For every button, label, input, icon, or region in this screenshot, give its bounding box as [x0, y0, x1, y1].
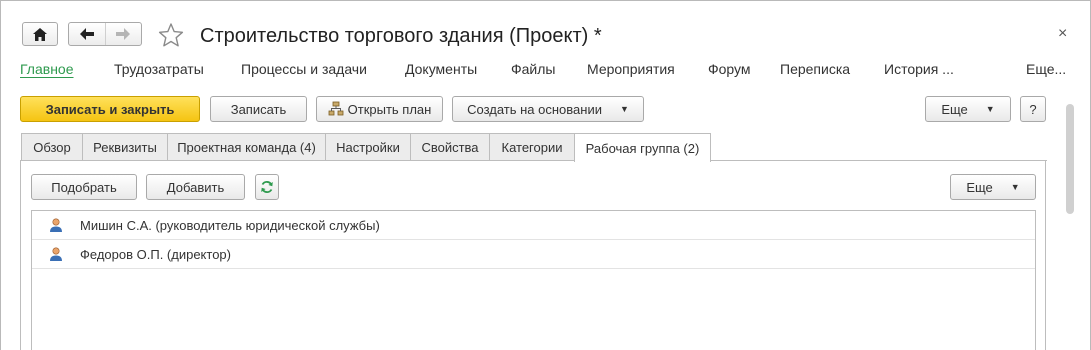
create-based-on-button[interactable]: Создать на основании ▼ [452, 96, 644, 122]
user-icon [50, 247, 62, 261]
section-forum[interactable]: Форум [708, 60, 751, 78]
arrow-right-icon [116, 28, 131, 40]
tab-overview[interactable]: Обзор [21, 133, 83, 161]
member-name: Мишин С.А. (руководитель юридической слу… [80, 217, 380, 233]
add-button[interactable]: Добавить [146, 174, 245, 200]
refresh-icon [261, 181, 273, 193]
refresh-button[interactable] [255, 174, 279, 200]
list-item[interactable]: Мишин С.А. (руководитель юридической слу… [32, 211, 1035, 240]
close-icon[interactable]: × [1058, 25, 1067, 43]
help-label: ? [1029, 101, 1037, 117]
tab-label: Настройки [336, 140, 400, 155]
member-name: Федоров О.П. (директор) [80, 246, 231, 262]
section-files[interactable]: Файлы [511, 60, 555, 78]
user-icon [50, 218, 62, 232]
scrollbar-thumb[interactable] [1066, 104, 1074, 214]
tab-label: Проектная команда (4) [177, 140, 316, 155]
open-plan-label: Открыть план [347, 101, 432, 117]
tab-settings[interactable]: Настройки [325, 133, 411, 161]
dropdown-caret-icon: ▼ [1010, 182, 1020, 192]
working-group-list: Мишин С.А. (руководитель юридической слу… [31, 210, 1036, 350]
create-based-on-label: Создать на основании [467, 101, 602, 117]
dropdown-caret-icon: ▼ [619, 104, 629, 114]
home-icon [33, 27, 47, 41]
dropdown-caret-icon: ▼ [985, 104, 995, 114]
tab-label: Категории [501, 140, 563, 155]
section-processes[interactable]: Процессы и задачи [241, 60, 367, 78]
back-button[interactable] [69, 23, 105, 45]
tab-project-team[interactable]: Проектная команда (4) [167, 133, 326, 161]
tab-requisites[interactable]: Реквизиты [82, 133, 168, 161]
tab-properties[interactable]: Свойства [410, 133, 490, 161]
section-documents[interactable]: Документы [405, 60, 477, 78]
group-more-button[interactable]: Еще ▼ [950, 174, 1036, 200]
help-button[interactable]: ? [1020, 96, 1046, 122]
save-label: Записать [230, 101, 287, 117]
home-button[interactable] [22, 22, 58, 46]
pick-label: Подобрать [51, 179, 117, 195]
more-actions-label: Еще [941, 101, 968, 117]
tab-working-group[interactable]: Рабочая группа (2) [574, 133, 711, 162]
section-labor[interactable]: Трудозатраты [114, 60, 204, 78]
open-plan-button[interactable]: Открыть план [316, 96, 443, 122]
list-item[interactable]: Федоров О.П. (директор) [32, 240, 1035, 269]
tab-label: Реквизиты [93, 140, 157, 155]
project-plan-icon [328, 101, 344, 116]
section-nav: Главное Трудозатраты Процессы и задачи Д… [0, 60, 1091, 78]
favorite-star-icon[interactable] [158, 22, 184, 48]
arrow-left-icon [79, 28, 94, 40]
tab-categories[interactable]: Категории [489, 133, 575, 161]
history-nav [68, 22, 142, 46]
section-more[interactable]: Еще... [1026, 60, 1066, 78]
section-history[interactable]: История ... [884, 60, 954, 78]
add-label: Добавить [166, 179, 225, 195]
more-actions-button[interactable]: Еще ▼ [925, 96, 1011, 122]
tab-label: Свойства [421, 140, 479, 155]
section-events[interactable]: Мероприятия [587, 60, 675, 78]
pick-button[interactable]: Подобрать [31, 174, 137, 200]
section-correspondence[interactable]: Переписка [780, 60, 850, 78]
save-button[interactable]: Записать [210, 96, 307, 122]
forward-button[interactable] [104, 23, 141, 45]
form-title: Строительство торгового здания (Проект) … [200, 25, 602, 47]
section-main[interactable]: Главное [20, 60, 74, 78]
tab-label: Обзор [33, 140, 71, 155]
save-and-close-label: Записать и закрыть [45, 101, 175, 117]
tab-label: Рабочая группа (2) [585, 140, 700, 156]
group-more-label: Еще [966, 179, 993, 195]
save-and-close-button[interactable]: Записать и закрыть [20, 96, 200, 122]
